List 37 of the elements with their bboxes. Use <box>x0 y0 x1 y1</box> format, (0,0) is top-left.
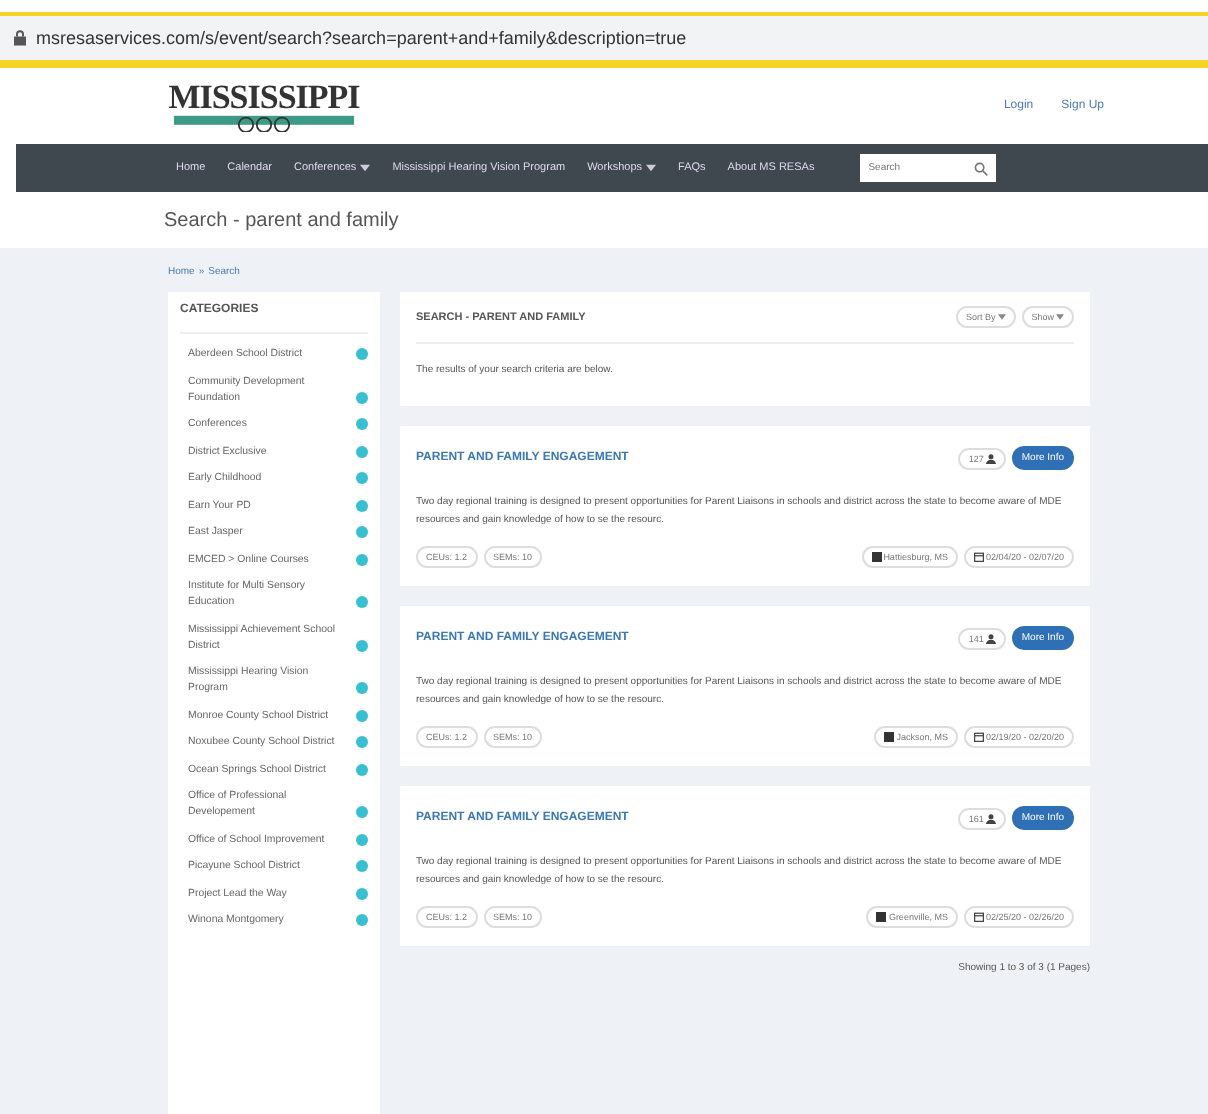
count-badge <box>356 526 368 538</box>
count-badge <box>356 860 368 872</box>
caret-icon[interactable] <box>646 164 657 172</box>
square-icon <box>871 552 882 562</box>
person-icon <box>985 813 996 823</box>
count-badge <box>356 445 368 457</box>
count-badge <box>356 553 368 565</box>
square-icon <box>884 732 895 742</box>
calendar-icon <box>973 732 984 742</box>
count-badge <box>356 709 368 721</box>
person-icon <box>985 633 996 643</box>
page-title: Search - parent and family <box>164 209 399 231</box>
count-badge <box>356 736 368 748</box>
calendar-icon <box>973 912 984 922</box>
search-icon[interactable] <box>974 161 989 175</box>
caret-icon <box>997 314 1006 320</box>
count-badge <box>356 596 368 608</box>
caret-icon <box>1056 314 1064 320</box>
count-badge <box>356 914 368 926</box>
count-badge <box>356 639 368 651</box>
person-icon <box>985 453 996 463</box>
count-badge <box>356 682 368 694</box>
count-badge <box>356 499 368 511</box>
count-badge <box>356 806 368 818</box>
logo[interactable]: MISSISSIPPI <box>164 80 364 132</box>
count-badge <box>356 472 368 484</box>
count-badge <box>356 391 368 403</box>
url-text[interactable]: msresaservices.com/s/event/search?search=parent+and+family&description=true <box>36 28 687 48</box>
count-badge <box>356 833 368 845</box>
count-badge <box>356 418 368 430</box>
count-badge <box>356 887 368 899</box>
square-icon <box>876 912 887 922</box>
calendar-icon <box>973 552 984 562</box>
caret-icon[interactable] <box>360 164 371 172</box>
count-badge <box>356 348 368 360</box>
count-badge <box>356 763 368 775</box>
lock-icon <box>14 30 26 46</box>
